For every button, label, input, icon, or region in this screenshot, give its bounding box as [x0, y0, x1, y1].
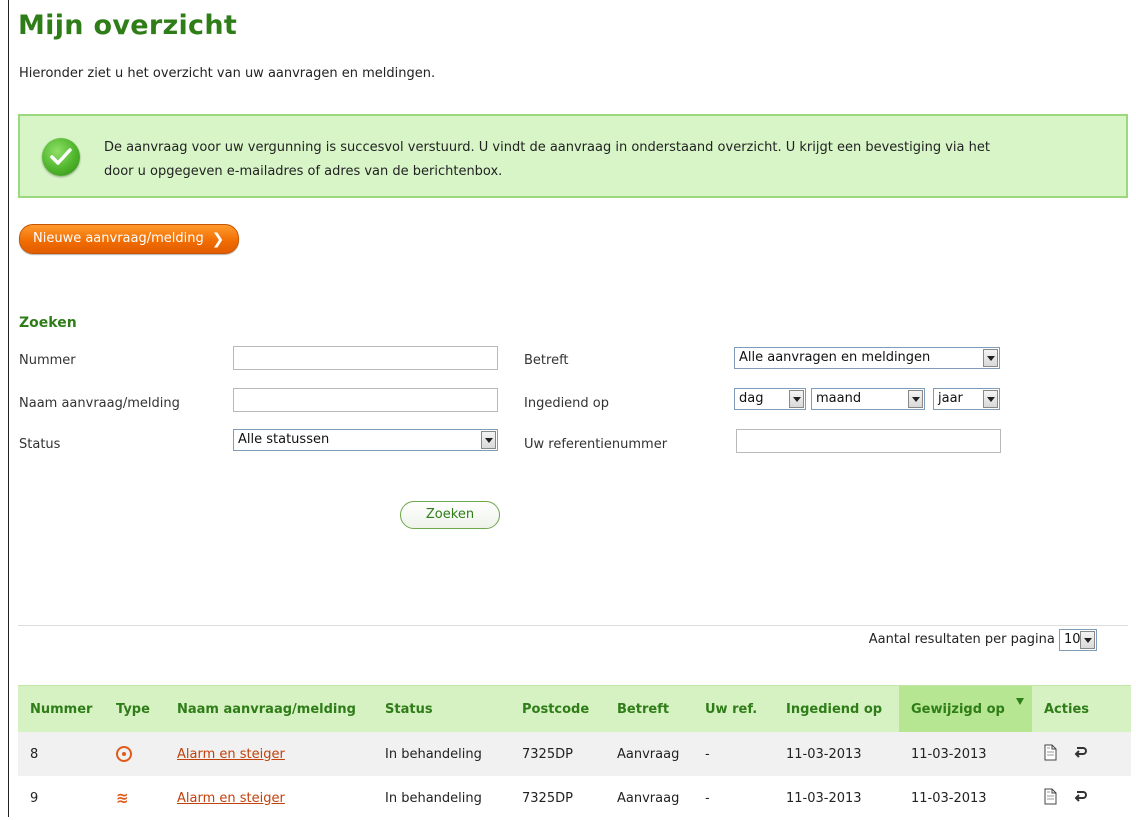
dropdown-arrow-icon	[983, 390, 998, 408]
success-line-1: De aanvraag voor uw vergunning is succes…	[104, 140, 990, 155]
cell-type: ≋	[104, 776, 165, 820]
jaar-select-value: jaar	[938, 391, 963, 406]
betreft-select-value: Alle aanvragen en meldingen	[739, 350, 931, 365]
cell-type	[104, 732, 165, 776]
dropdown-arrow-icon	[983, 349, 998, 367]
dropdown-arrow-icon	[481, 431, 496, 449]
label-status: Status	[19, 437, 61, 452]
target-icon	[116, 746, 132, 762]
label-referentie: Uw referentienummer	[524, 437, 668, 452]
col-ingediend[interactable]: Ingediend op	[774, 685, 899, 732]
per-page-select[interactable]: 10	[1059, 628, 1097, 651]
col-betreft[interactable]: Betreft	[605, 685, 693, 732]
success-line-2: door u opgegeven e-mailadres of adres va…	[104, 164, 503, 179]
request-link[interactable]: Alarm en steiger	[177, 747, 285, 762]
cell-betreft: Aanvraag	[617, 790, 680, 806]
new-request-label: Nieuwe aanvraag/melding	[33, 231, 204, 246]
cell-ingediend: 11-03-2013	[786, 790, 862, 806]
page-title: Mijn overzicht	[18, 10, 238, 41]
cell-ref: -	[705, 790, 710, 806]
col-naam[interactable]: Naam aanvraag/melding	[165, 685, 373, 732]
per-page-value: 10	[1064, 631, 1081, 647]
dropdown-arrow-icon	[1080, 630, 1095, 649]
label-ingediend: Ingediend op	[524, 396, 610, 411]
divider	[18, 625, 1128, 626]
success-message: De aanvraag voor uw vergunning is succes…	[18, 114, 1128, 198]
page-intro: Hieronder ziet u het overzicht van uw aa…	[19, 66, 436, 81]
cell-betreft: Aanvraag	[605, 732, 693, 776]
label-naam: Naam aanvraag/melding	[19, 396, 180, 411]
cell-status: In behandeling	[373, 732, 510, 776]
copy-icon[interactable]	[1044, 744, 1058, 765]
naam-input[interactable]	[233, 388, 498, 412]
status-select[interactable]: Alle statussen	[233, 429, 498, 451]
col-gewijzigd[interactable]: Gewijzigd op	[899, 685, 1032, 732]
checkmark-icon	[42, 138, 80, 176]
new-request-button[interactable]: Nieuwe aanvraag/melding ❯	[19, 224, 240, 254]
jaar-select[interactable]: jaar	[933, 388, 1000, 410]
return-icon[interactable]	[1074, 789, 1088, 807]
table-header-row: Nummer Type Naam aanvraag/melding Status…	[18, 685, 1131, 732]
results-table: Nummer Type Naam aanvraag/melding Status…	[18, 685, 1131, 820]
dropdown-arrow-icon	[789, 390, 804, 408]
cell-ingediend: 11-03-2013	[774, 732, 899, 776]
cell-naam: Alarm en steiger	[165, 732, 373, 776]
search-button[interactable]: Zoeken	[400, 501, 500, 529]
col-acties: Acties	[1032, 685, 1131, 732]
search-title: Zoeken	[19, 315, 77, 331]
label-betreft: Betreft	[524, 353, 569, 368]
col-postcode[interactable]: Postcode	[510, 685, 605, 732]
table-row: 8 Alarm en steiger In behandeling 7325DP…	[18, 732, 1131, 776]
betreft-select[interactable]: Alle aanvragen en meldingen	[734, 347, 1000, 369]
cell-postcode: 7325DP	[510, 732, 605, 776]
cell-naam: Alarm en steiger	[165, 776, 373, 820]
maand-select-value: maand	[816, 391, 862, 406]
cell-status: In behandeling	[385, 790, 482, 806]
maand-select[interactable]: maand	[811, 388, 925, 410]
cell-ref: -	[693, 732, 774, 776]
cell-acties	[1032, 776, 1131, 820]
referentie-input[interactable]	[736, 429, 1001, 453]
dag-select-value: dag	[739, 391, 764, 406]
success-text: De aanvraag voor uw vergunning is succes…	[104, 136, 1094, 184]
copy-icon[interactable]	[1044, 788, 1058, 809]
dropdown-arrow-icon	[908, 390, 923, 408]
table-row: 9 ≋ Alarm en steiger In behandeling 7325…	[18, 776, 1131, 820]
status-select-value: Alle statussen	[238, 432, 330, 447]
col-ref[interactable]: Uw ref.	[693, 685, 774, 732]
sort-desc-icon	[1016, 698, 1024, 705]
col-type[interactable]: Type	[104, 685, 165, 732]
cell-nummer: 8	[18, 732, 104, 776]
wave-icon: ≋	[116, 789, 129, 807]
results-per-page: Aantal resultaten per pagina 10	[869, 628, 1097, 652]
cell-gewijzigd: 11-03-2013	[911, 790, 987, 806]
col-status[interactable]: Status	[373, 685, 510, 732]
nummer-input[interactable]	[233, 346, 498, 370]
cell-nummer: 9	[30, 790, 39, 806]
dag-select[interactable]: dag	[734, 388, 806, 410]
chevron-right-icon: ❯	[211, 230, 225, 248]
cell-postcode: 7325DP	[522, 790, 573, 806]
cell-gewijzigd: 11-03-2013	[899, 732, 1032, 776]
col-nummer[interactable]: Nummer	[18, 685, 104, 732]
cell-acties	[1032, 732, 1131, 776]
col-gewijzigd-label: Gewijzigd op	[911, 701, 1005, 717]
request-link[interactable]: Alarm en steiger	[177, 791, 285, 806]
return-icon[interactable]	[1074, 745, 1088, 763]
label-nummer: Nummer	[19, 353, 76, 368]
per-page-label: Aantal resultaten per pagina	[868, 632, 1055, 647]
